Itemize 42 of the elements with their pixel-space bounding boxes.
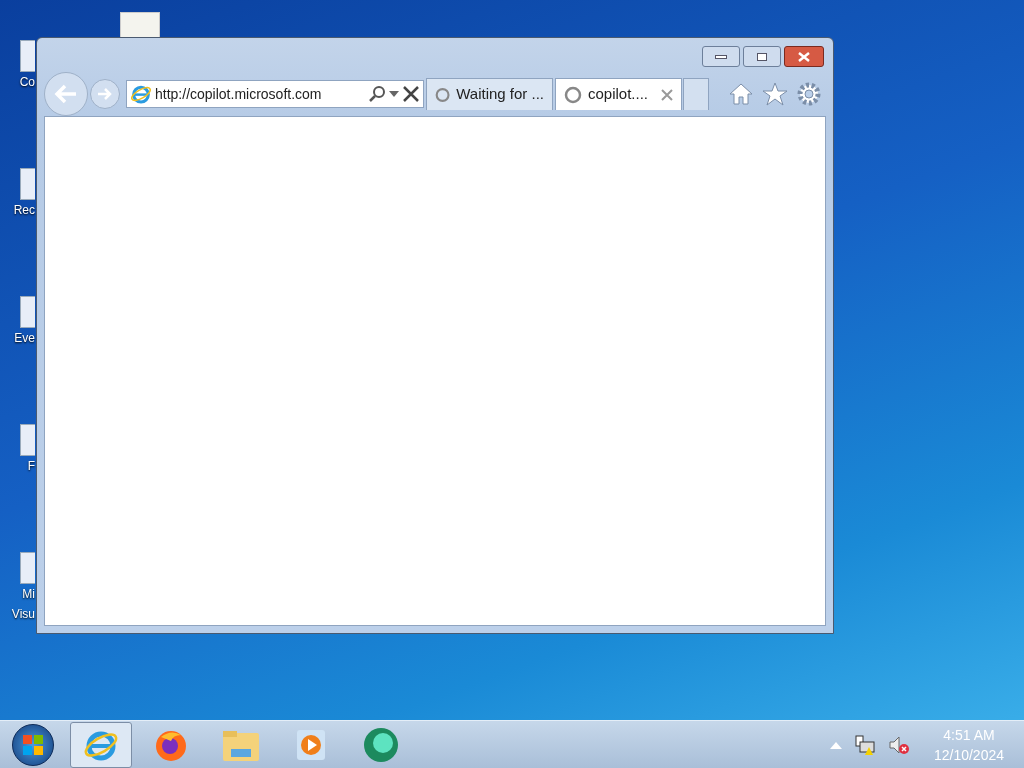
star-icon[interactable] [762, 82, 788, 106]
start-button[interactable] [12, 723, 54, 766]
shortcut-icon[interactable] [20, 168, 35, 200]
minimize-button[interactable] [702, 46, 740, 67]
network-icon[interactable] [853, 733, 876, 756]
browser-tab[interactable]: Waiting for ... [426, 78, 553, 110]
icon-label: Mi [22, 586, 35, 603]
icon-label: Eve [14, 330, 35, 347]
icon-label: Rec [13, 202, 35, 219]
show-hidden-icons-icon[interactable] [829, 740, 842, 749]
close-icon [798, 51, 810, 62]
browser-tab[interactable]: copilot.... [555, 78, 682, 110]
url-text: http://copilot.microsoft.com [155, 84, 323, 104]
back-arrow-icon [54, 84, 78, 104]
shortcut-icon[interactable] [20, 552, 35, 584]
home-icon[interactable] [728, 82, 754, 106]
new-tab-button[interactable] [683, 78, 709, 110]
shortcut-icon[interactable] [20, 40, 35, 72]
icon-label: Co [19, 74, 35, 91]
forward-button[interactable] [90, 79, 120, 109]
close-button[interactable] [784, 46, 824, 67]
dropdown-caret-icon[interactable] [389, 91, 399, 97]
icon-label: F [27, 458, 35, 475]
sphere-app-icon [362, 725, 400, 764]
windows-logo-icon [22, 733, 44, 756]
settings-icon[interactable] [796, 81, 822, 107]
browser-e-icon [130, 83, 152, 105]
close-tab-icon[interactable] [661, 88, 673, 101]
search-icon[interactable] [368, 85, 386, 103]
forward-arrow-icon [97, 87, 113, 101]
play-icon [295, 727, 327, 762]
loading-spinner-icon [435, 85, 451, 104]
taskbar-app-button[interactable] [70, 721, 132, 768]
maximize-button[interactable] [743, 46, 781, 67]
back-button[interactable] [44, 72, 88, 116]
shortcut-icon[interactable] [20, 296, 35, 328]
address-bar[interactable]: http://copilot.microsoft.com [126, 80, 424, 108]
stop-icon[interactable] [402, 85, 420, 103]
icon-label: Visu [11, 606, 35, 623]
shortcut-icon[interactable] [20, 424, 35, 456]
document-icon[interactable] [120, 12, 160, 38]
loading-spinner-icon [564, 85, 582, 104]
